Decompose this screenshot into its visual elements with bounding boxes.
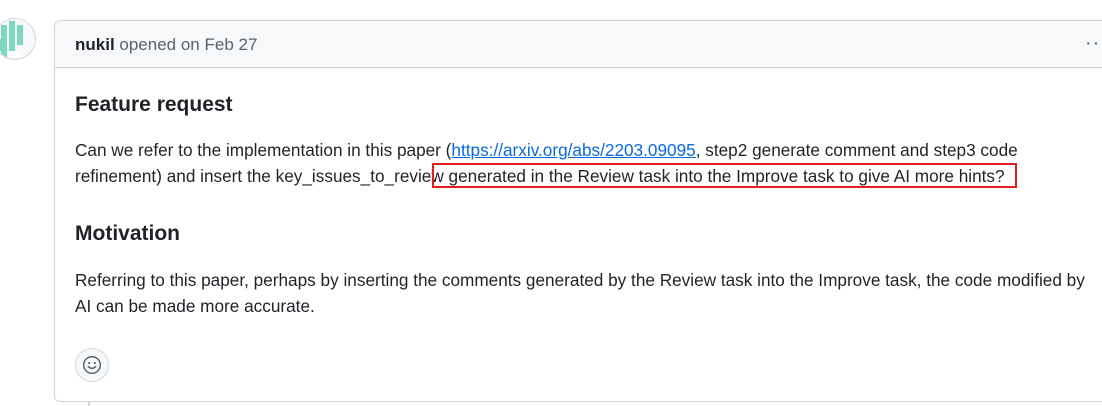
more-options-button[interactable]: ··· bbox=[1085, 21, 1102, 68]
feature-text-start: Can we refer to the implementation in th… bbox=[75, 140, 452, 160]
opened-timestamp: opened on Feb 27 bbox=[114, 35, 258, 54]
kebab-horizontal-icon: ··· bbox=[1085, 32, 1102, 54]
smiley-icon bbox=[82, 355, 102, 375]
comment-header: nukil opened on Feb 27 ··· bbox=[55, 21, 1102, 68]
motivation-paragraph: Referring to this paper, perhaps by inse… bbox=[75, 270, 1085, 316]
paper-link[interactable]: https://arxiv.org/abs/2203.09095 bbox=[451, 140, 695, 160]
heading-feature-request: Feature request bbox=[75, 93, 233, 116]
identicon-avatar-icon bbox=[0, 19, 35, 59]
issue-comment-view: nukil opened on Feb 27 ··· Feature reque… bbox=[0, 0, 1102, 406]
heading-motivation: Motivation bbox=[75, 222, 180, 245]
author-link[interactable]: nukil bbox=[75, 35, 115, 54]
add-reaction-button[interactable] bbox=[75, 348, 109, 382]
feature-request-paragraph: Can we refer to the implementation in th… bbox=[75, 137, 1085, 189]
author-avatar[interactable] bbox=[0, 18, 36, 60]
issue-comment: nukil opened on Feb 27 ··· Feature reque… bbox=[54, 20, 1102, 402]
